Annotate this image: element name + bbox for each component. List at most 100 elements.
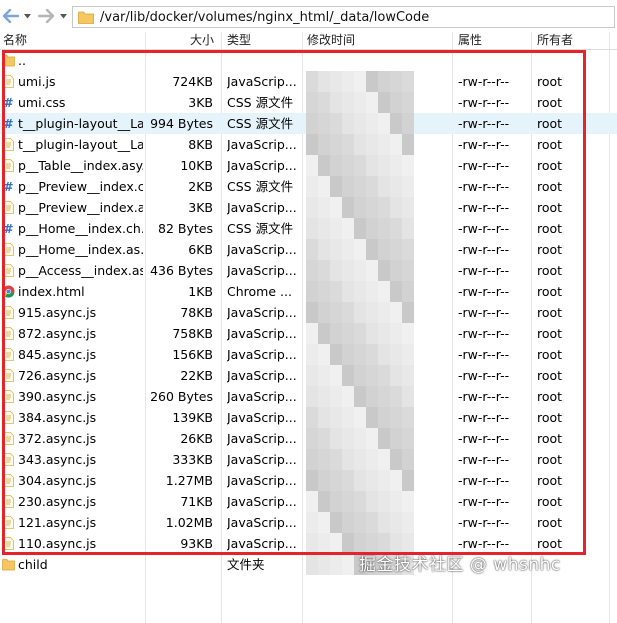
file-name: t__plugin-layout__La... — [18, 137, 143, 152]
file-type: CSS 源文件 — [227, 116, 294, 131]
path-text: /var/lib/docker/volumes/nginx_html/_data… — [100, 9, 430, 25]
path-field[interactable]: /var/lib/docker/volumes/nginx_html/_data… — [72, 6, 615, 28]
js-file-icon — [3, 138, 14, 151]
chevron-down-icon — [23, 13, 31, 18]
file-type: JavaScrip... — [227, 326, 297, 341]
file-row[interactable]: 230.async.js 71KB JavaScrip... -rw-r--r-- ro… — [0, 491, 617, 512]
file-permissions: -rw-r--r-- — [458, 284, 510, 299]
file-name: 343.async.js — [18, 452, 97, 467]
file-row[interactable]: 384.async.js 139KB JavaScrip... -rw-r--r-- r… — [0, 407, 617, 428]
file-name: t__plugin-layout__La... — [18, 116, 143, 131]
file-size: 1.02MB — [165, 515, 213, 530]
column-name-header[interactable]: 名称 — [3, 32, 27, 49]
file-owner: root — [537, 326, 563, 341]
back-history-dropdown[interactable] — [21, 6, 33, 26]
file-owner: root — [537, 242, 563, 257]
file-type: JavaScrip... — [227, 305, 297, 320]
file-row[interactable]: 726.async.js 22KB JavaScrip... -rw-r--r-- ro… — [0, 365, 617, 386]
file-name: p__Access__index.as... — [18, 263, 143, 278]
file-size: 26KB — [180, 431, 213, 446]
column-perms-header[interactable]: 属性 — [458, 32, 482, 49]
file-row[interactable]: 343.async.js 333KB JavaScrip... -rw-r--r-- r… — [0, 449, 617, 470]
file-size: 6KB — [188, 242, 213, 257]
redacted-modified-time — [306, 218, 452, 239]
css-file-icon: # — [3, 222, 13, 235]
file-size: 333KB — [172, 452, 213, 467]
file-permissions: -rw-r--r-- — [458, 494, 510, 509]
file-owner: root — [537, 179, 563, 194]
file-size: 8KB — [188, 137, 213, 152]
file-row[interactable]: 304.async.js 1.27MB JavaScrip... -rw-r--r--… — [0, 470, 617, 491]
file-row[interactable]: 915.async.js 78KB JavaScrip... -rw-r--r-- ro… — [0, 302, 617, 323]
redacted-modified-time — [306, 302, 452, 323]
column-type-header[interactable]: 类型 — [227, 32, 251, 49]
file-row[interactable]: 121.async.js 1.02MB JavaScrip... -rw-r--r--… — [0, 512, 617, 533]
file-row[interactable]: umi.js 724KB JavaScrip... -rw-r--r-- root — [0, 71, 617, 92]
forward-history-dropdown[interactable] — [57, 6, 69, 26]
column-modified-header[interactable]: 修改时间 — [307, 32, 355, 49]
file-type: Chrome ... — [227, 284, 292, 299]
js-file-icon — [3, 495, 14, 508]
file-name: umi.js — [18, 74, 56, 89]
file-owner — [537, 50, 597, 71]
column-size-header[interactable]: 大小 — [190, 32, 214, 49]
file-row[interactable]: 872.async.js 758KB JavaScrip... -rw-r--r-- r… — [0, 323, 617, 344]
file-name: child — [18, 557, 48, 572]
redacted-modified-time — [306, 281, 452, 302]
js-file-icon — [3, 369, 14, 382]
parent-dir-row[interactable]: .. — [0, 50, 617, 71]
file-type: JavaScrip... — [227, 494, 297, 509]
file-size: 156KB — [172, 347, 213, 362]
folder-icon — [2, 558, 15, 571]
parent-folder-icon — [2, 54, 15, 67]
js-file-icon — [3, 453, 14, 466]
file-owner: root — [537, 116, 563, 131]
redacted-modified-time — [306, 449, 452, 470]
file-row[interactable]: index.html 1KB Chrome ... -rw-r--r-- root — [0, 281, 617, 302]
file-size: 82 Bytes — [158, 221, 213, 236]
file-row[interactable]: p__Preview__index.a... 3KB JavaScrip... -rw… — [0, 197, 617, 218]
file-owner: root — [537, 263, 563, 278]
file-size: 260 Bytes — [150, 389, 213, 404]
file-row[interactable]: 372.async.js 26KB JavaScrip... -rw-r--r-- ro… — [0, 428, 617, 449]
file-row[interactable]: p__Access__index.as... 436 Bytes JavaScrip… — [0, 260, 617, 281]
file-row[interactable]: # t__plugin-layout__La... 994 Bytes CSS 源文件… — [0, 113, 617, 134]
file-type: CSS 源文件 — [227, 221, 294, 236]
file-row[interactable]: # p__Preview__index.c... 2KB CSS 源文件 -rw-r--… — [0, 176, 617, 197]
file-row[interactable]: t__plugin-layout__La... 8KB JavaScrip... -r… — [0, 134, 617, 155]
redacted-modified-time — [306, 386, 452, 407]
js-file-icon — [3, 432, 14, 445]
file-row[interactable]: 390.async.js 260 Bytes JavaScrip... -rw-r--… — [0, 386, 617, 407]
file-type: JavaScrip... — [227, 473, 297, 488]
column-owner-header[interactable]: 所有者 — [537, 32, 573, 49]
file-name: 121.async.js — [18, 515, 97, 530]
file-owner: root — [537, 431, 563, 446]
file-permissions: -rw-r--r-- — [458, 389, 510, 404]
js-file-icon — [3, 390, 14, 403]
file-row[interactable]: 845.async.js 156KB JavaScrip... -rw-r--r-- r… — [0, 344, 617, 365]
file-size: 1KB — [188, 284, 213, 299]
file-name: 230.async.js — [18, 494, 97, 509]
back-button[interactable] — [2, 6, 20, 26]
chrome-html-icon — [2, 285, 15, 298]
file-row[interactable]: p__Table__index.asy... 10KB JavaScrip... -r… — [0, 155, 617, 176]
back-arrow-icon — [3, 9, 19, 23]
file-row[interactable]: p__Home__index.as... 6KB JavaScrip... -rw-r… — [0, 239, 617, 260]
file-permissions: -rw-r--r-- — [458, 179, 510, 194]
file-name: p__Table__index.asy... — [18, 158, 143, 173]
file-row[interactable]: # umi.css 3KB CSS 源文件 -rw-r--r-- root — [0, 92, 617, 113]
path-toolbar: /var/lib/docker/volumes/nginx_html/_data… — [0, 0, 617, 32]
file-permissions: -rw-r--r-- — [458, 242, 510, 257]
file-owner: root — [537, 452, 563, 467]
file-permissions — [458, 50, 530, 71]
redacted-modified-time — [306, 512, 452, 533]
redacted-modified-time — [306, 71, 452, 92]
svg-text:#: # — [3, 222, 13, 235]
file-permissions: -rw-r--r-- — [458, 368, 510, 383]
file-size: 724KB — [172, 74, 213, 89]
file-row[interactable]: # p__Home__index.ch... 82 Bytes CSS 源文件 -rw-… — [0, 218, 617, 239]
file-permissions: -rw-r--r-- — [458, 200, 510, 215]
file-size: 22KB — [180, 368, 213, 383]
file-permissions: -rw-r--r-- — [458, 410, 510, 425]
forward-button[interactable] — [37, 6, 55, 26]
